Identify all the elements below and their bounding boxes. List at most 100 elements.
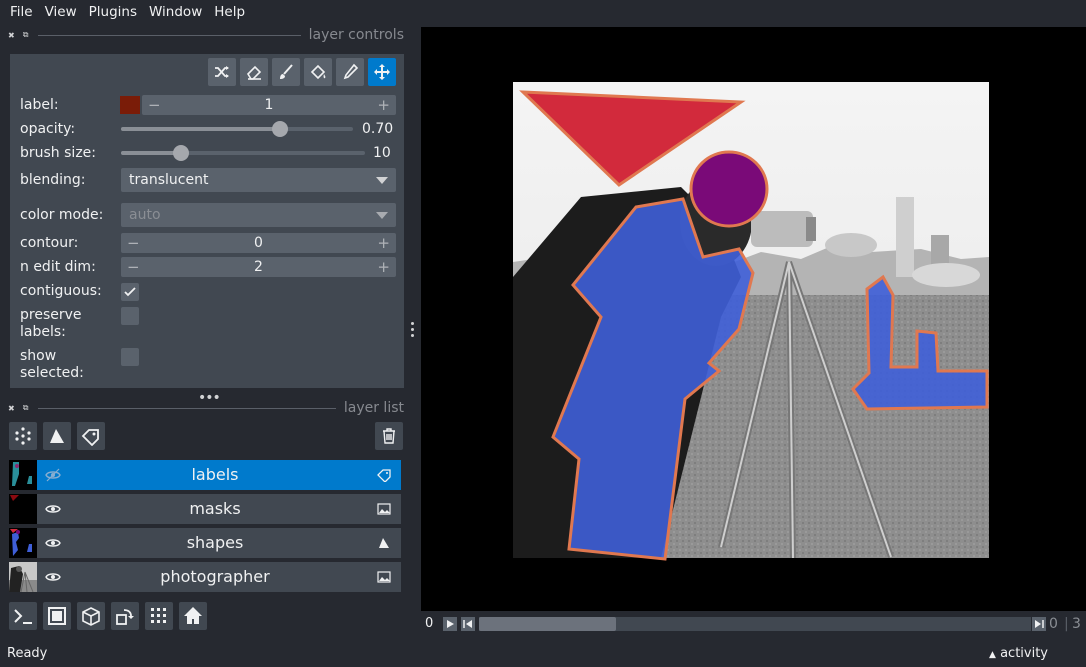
dims-slider-track[interactable] <box>479 617 1031 631</box>
terminal-icon <box>14 609 32 624</box>
grid-view-button[interactable] <box>145 602 173 630</box>
close-dock-icon[interactable]: ✖ <box>8 31 15 40</box>
show-selected-label-line2: selected: <box>20 365 84 381</box>
menu-window[interactable]: Window <box>143 4 208 20</box>
layer-row-masks[interactable]: masks <box>9 494 401 524</box>
dims-slider-handle[interactable] <box>479 617 616 631</box>
shapes-icon <box>379 538 389 548</box>
trash-icon <box>383 428 395 444</box>
visibility-eye-icon[interactable] <box>45 570 61 584</box>
roll-dims-button[interactable] <box>77 602 105 630</box>
increment-icon[interactable]: + <box>377 96 390 114</box>
visibility-eye-icon[interactable] <box>45 536 61 550</box>
opacity-slider[interactable] <box>121 121 353 137</box>
brush-size-slider-fill <box>121 151 181 155</box>
increment-icon[interactable]: + <box>377 258 390 276</box>
menu-help[interactable]: Help <box>208 4 251 20</box>
opacity-label: opacity: <box>20 121 76 137</box>
square-2d-icon <box>48 607 66 625</box>
decrement-icon[interactable]: − <box>127 234 140 252</box>
contour-spinbox[interactable]: − 0 + <box>121 233 396 253</box>
new-points-layer-button[interactable] <box>9 422 37 450</box>
layer-row-shapes[interactable]: shapes <box>9 528 401 558</box>
activity-button[interactable]: ▲ activity <box>989 646 1048 661</box>
transpose-button[interactable] <box>111 602 139 630</box>
brush-size-value: 10 <box>373 145 391 161</box>
decrement-icon[interactable]: − <box>127 258 140 276</box>
layer-name[interactable]: shapes <box>69 533 361 552</box>
label-tag-icon <box>81 429 99 446</box>
fill-button[interactable] <box>304 58 332 86</box>
rotate-icon <box>116 609 134 625</box>
header-divider <box>38 34 301 36</box>
blending-value: translucent <box>129 172 209 188</box>
visibility-eye-icon[interactable] <box>45 468 61 482</box>
preserve-labels-checkbox[interactable] <box>121 307 139 325</box>
menu-plugins[interactable]: Plugins <box>83 4 143 20</box>
ellipse-shape[interactable] <box>689 150 769 228</box>
shuffle-colors-button[interactable] <box>208 58 236 86</box>
color-mode-dropdown[interactable]: auto <box>121 203 396 227</box>
float-dock-icon[interactable]: ⧉ <box>23 403 29 413</box>
grid-icon <box>151 608 166 623</box>
header-divider <box>38 407 336 409</box>
layer-controls-panel: label: − 1 + opacity: 0.70 brush size: 1… <box>10 54 404 388</box>
delete-layer-button[interactable] <box>375 422 403 450</box>
step-back-button[interactable] <box>461 617 475 631</box>
activity-label: activity <box>1000 646 1048 661</box>
close-dock-icon[interactable]: ✖ <box>8 404 15 413</box>
layer-row-labels[interactable]: labels <box>9 460 401 490</box>
brush-size-slider[interactable] <box>121 145 365 161</box>
dims-start-value: 0 <box>425 616 434 631</box>
step-forward-icon <box>1035 620 1044 628</box>
dims-current-value[interactable]: 0 <box>1049 616 1058 632</box>
float-dock-icon[interactable]: ⧉ <box>23 30 29 40</box>
menu-file[interactable]: File <box>4 4 39 20</box>
home-button[interactable] <box>179 602 207 630</box>
color-mode-label: color mode: <box>20 207 104 223</box>
pan-zoom-icon <box>374 64 390 80</box>
opacity-slider-handle[interactable] <box>272 121 288 137</box>
blending-dropdown[interactable]: translucent <box>121 168 396 192</box>
layer-controls-header: ✖ ⧉ layer controls <box>8 26 404 44</box>
label-spinbox[interactable]: − 1 + <box>142 95 396 115</box>
layer-row-photographer[interactable]: photographer <box>9 562 401 592</box>
brush-size-slider-handle[interactable] <box>173 145 189 161</box>
step-back-icon <box>463 620 472 628</box>
layer-name[interactable]: photographer <box>69 567 361 586</box>
canvas-scene[interactable] <box>421 27 1086 611</box>
visibility-eye-icon[interactable] <box>45 502 61 516</box>
eraser-icon <box>246 65 262 80</box>
pan-zoom-button[interactable] <box>368 58 396 86</box>
preserve-labels-label-line2: labels: <box>20 324 66 340</box>
contiguous-checkbox[interactable] <box>121 283 139 301</box>
viewer-canvas[interactable] <box>421 27 1086 611</box>
show-selected-checkbox[interactable] <box>121 348 139 366</box>
layer-name[interactable]: masks <box>69 499 361 518</box>
cube-3d-icon <box>82 607 100 626</box>
shapes-icon <box>50 429 64 443</box>
toggle-ndisplay-button[interactable] <box>43 602 71 630</box>
layer-name[interactable]: labels <box>69 465 361 484</box>
shuffle-icon <box>215 66 229 78</box>
step-forward-button[interactable] <box>1032 617 1046 631</box>
n-edit-dim-value: 2 <box>254 259 263 275</box>
contour-value: 0 <box>254 235 263 251</box>
layer-thumbnail <box>9 528 37 558</box>
eraser-button[interactable] <box>240 58 268 86</box>
play-button[interactable] <box>443 617 457 631</box>
increment-icon[interactable]: + <box>377 234 390 252</box>
picker-button[interactable] <box>336 58 364 86</box>
contiguous-label: contiguous: <box>20 283 102 299</box>
label-label: label: <box>20 97 59 113</box>
paint-button[interactable] <box>272 58 300 86</box>
decrement-icon[interactable]: − <box>148 96 161 114</box>
label-value: 1 <box>264 97 274 113</box>
n-edit-dim-spinbox[interactable]: − 2 + <box>121 257 396 277</box>
main-splitter-handle[interactable] <box>411 322 415 340</box>
console-button[interactable] <box>9 602 37 630</box>
new-shapes-layer-button[interactable] <box>43 422 71 450</box>
new-labels-layer-button[interactable] <box>77 422 105 450</box>
menu-view[interactable]: View <box>39 4 83 20</box>
status-text: Ready <box>7 646 48 661</box>
